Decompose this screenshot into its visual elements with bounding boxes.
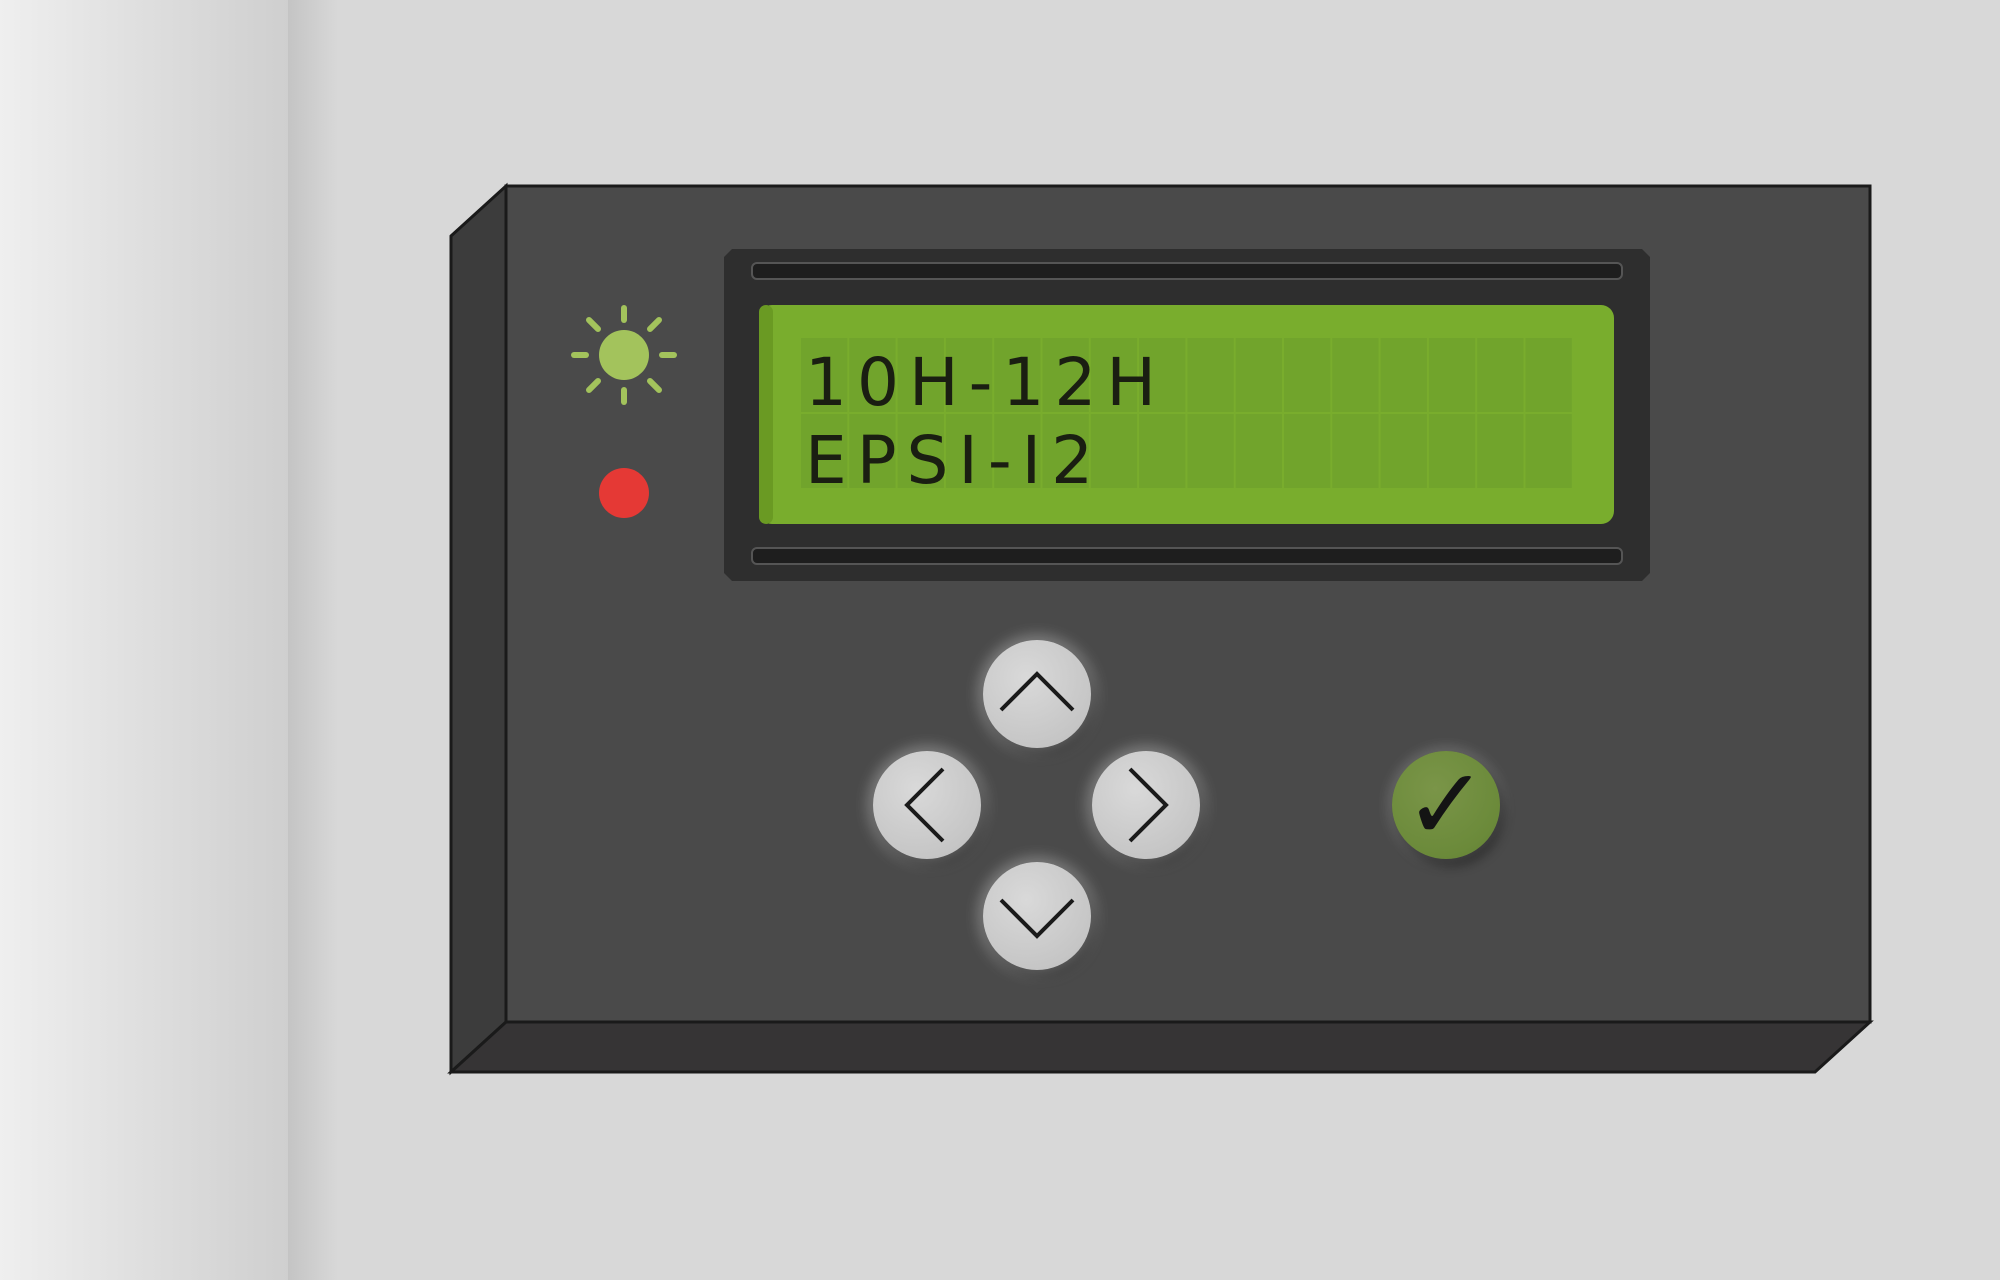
lcd-cell xyxy=(1477,338,1524,412)
left-button[interactable] xyxy=(873,751,981,859)
lcd-cell xyxy=(1284,338,1331,412)
housing-bottom xyxy=(447,1020,1874,1074)
lcd-bezel-slot-bottom xyxy=(751,547,1623,565)
chevron-left-icon xyxy=(904,767,945,843)
lcd-cell xyxy=(1284,414,1331,488)
lcd-cell xyxy=(1525,414,1572,488)
chevron-down-icon xyxy=(999,898,1075,939)
up-button[interactable] xyxy=(983,640,1091,748)
housing-side xyxy=(449,182,508,1076)
lcd-line-2: EPSI-I2 xyxy=(805,422,1104,499)
lcd-cell xyxy=(1235,414,1282,488)
lcd-cell xyxy=(1380,338,1427,412)
lcd-cell xyxy=(1332,414,1379,488)
lcd-cell xyxy=(1477,414,1524,488)
lcd-cell xyxy=(1380,414,1427,488)
right-button[interactable] xyxy=(1092,751,1200,859)
chevron-up-icon xyxy=(999,671,1075,712)
lcd-cell xyxy=(1332,338,1379,412)
lcd-screen-edge xyxy=(759,305,773,524)
lcd-cell xyxy=(1525,338,1572,412)
power-light xyxy=(599,330,649,380)
checkmark-icon: ✓ xyxy=(1404,746,1488,863)
lcd-cell xyxy=(1428,414,1476,488)
lcd-line-1: 10H-12H xyxy=(805,344,1167,421)
down-button[interactable] xyxy=(983,862,1091,970)
confirm-button[interactable]: ✓ xyxy=(1392,751,1500,859)
lcd-cell xyxy=(1187,414,1234,488)
lcd-cell xyxy=(1139,414,1186,488)
chevron-right-icon xyxy=(1128,767,1169,843)
lcd-cell xyxy=(1187,338,1234,412)
lcd-cell xyxy=(1428,338,1476,412)
lcd-bezel-slot-top xyxy=(751,262,1623,280)
lcd-cell xyxy=(1235,338,1282,412)
red-dot-icon xyxy=(599,468,649,518)
